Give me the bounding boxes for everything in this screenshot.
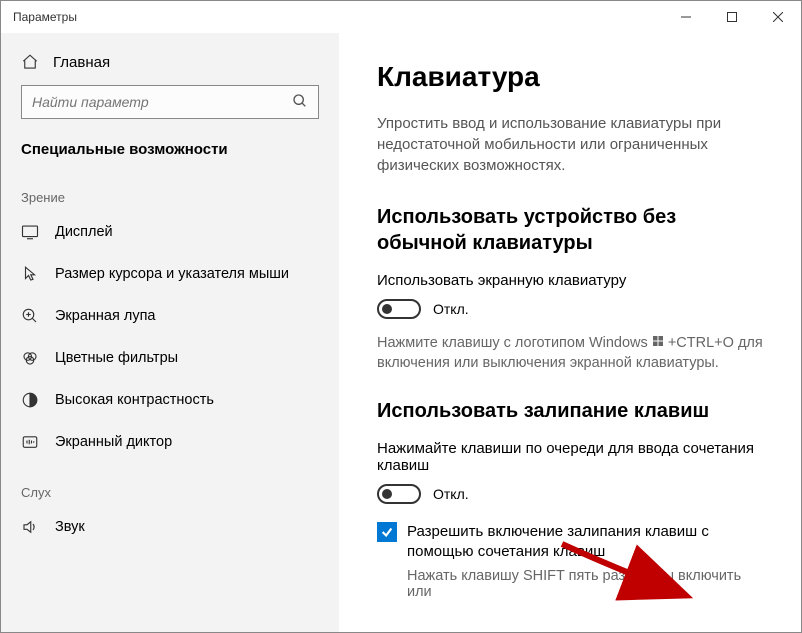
- nav-item-color-filters[interactable]: Цветные фильтры: [1, 337, 339, 379]
- nav-item-sound[interactable]: Звук: [1, 506, 339, 548]
- close-button[interactable]: [755, 1, 801, 33]
- sticky-toggle-row: Откл.: [377, 484, 763, 504]
- nav-item-display[interactable]: Дисплей: [1, 211, 339, 253]
- nav-item-label: Высокая контрастность: [55, 392, 214, 408]
- windows-logo-icon: [652, 333, 664, 353]
- nav-item-label: Экранный диктор: [55, 434, 172, 450]
- osk-hint: Нажмите клавишу с логотипом Windows +CTR…: [377, 333, 763, 374]
- sticky-shortcut-hint: Нажать клавишу SHIFT пять раз, чтобы вкл…: [377, 568, 763, 600]
- settings-window: Параметры Главная Сп: [0, 0, 802, 633]
- body: Главная Специальные возможности Зрение Д…: [1, 33, 801, 632]
- page-heading: Клавиатура: [377, 61, 763, 93]
- window-title: Параметры: [13, 10, 663, 24]
- osk-toggle-label: Использовать экранную клавиатуру: [377, 272, 763, 289]
- display-icon: [21, 223, 39, 241]
- nav-item-label: Размер курсора и указателя мыши: [55, 266, 289, 282]
- content-panel: Клавиатура Упростить ввод и использовани…: [339, 33, 801, 632]
- sticky-toggle-state: Откл.: [433, 486, 469, 502]
- titlebar: Параметры: [1, 1, 801, 33]
- search-wrap: [1, 85, 339, 137]
- section-osk-title: Использовать устройство без обычной клав…: [377, 204, 763, 256]
- color-filter-icon: [21, 349, 39, 367]
- home-icon: [21, 53, 39, 71]
- cursor-icon: [21, 265, 39, 283]
- contrast-icon: [21, 391, 39, 409]
- nav-item-label: Экранная лупа: [55, 308, 155, 324]
- sticky-toggle-label: Нажимайте клавиши по очереди для ввода с…: [377, 440, 763, 474]
- maximize-button[interactable]: [709, 1, 755, 33]
- page-description: Упростить ввод и использование клавиатур…: [377, 113, 763, 176]
- sticky-shortcut-checkbox-row: Разрешить включение залипания клавиш с п…: [377, 522, 763, 563]
- nav-item-high-contrast[interactable]: Высокая контрастность: [1, 379, 339, 421]
- nav-item-narrator[interactable]: Экранный диктор: [1, 421, 339, 463]
- osk-toggle-state: Откл.: [433, 301, 469, 317]
- sidebar: Главная Специальные возможности Зрение Д…: [1, 33, 339, 632]
- caption-buttons: [663, 1, 801, 33]
- search-input[interactable]: [32, 94, 292, 110]
- sound-icon: [21, 518, 39, 536]
- nav-item-cursor[interactable]: Размер курсора и указателя мыши: [1, 253, 339, 295]
- narrator-icon: [21, 433, 39, 451]
- search-icon: [292, 93, 308, 112]
- magnifier-icon: [21, 307, 39, 325]
- osk-toggle-row: Откл.: [377, 299, 763, 319]
- nav-item-label: Цветные фильтры: [55, 350, 178, 366]
- minimize-button[interactable]: [663, 1, 709, 33]
- group-hearing: Слух: [1, 463, 339, 506]
- sticky-shortcut-label: Разрешить включение залипания клавиш с п…: [407, 522, 763, 563]
- nav-item-magnifier[interactable]: Экранная лупа: [1, 295, 339, 337]
- nav-home[interactable]: Главная: [1, 45, 339, 85]
- osk-hint-pre: Нажмите клавишу с логотипом Windows: [377, 335, 652, 351]
- osk-toggle[interactable]: [377, 299, 421, 319]
- nav-home-label: Главная: [53, 54, 110, 71]
- sticky-shortcut-checkbox[interactable]: [377, 522, 397, 542]
- section-sticky-title: Использовать залипание клавиш: [377, 398, 763, 424]
- group-vision: Зрение: [1, 168, 339, 211]
- nav-item-label: Дисплей: [55, 224, 113, 240]
- search-box[interactable]: [21, 85, 319, 119]
- section-title: Специальные возможности: [1, 137, 339, 168]
- sticky-toggle[interactable]: [377, 484, 421, 504]
- nav-item-label: Звук: [55, 519, 85, 535]
